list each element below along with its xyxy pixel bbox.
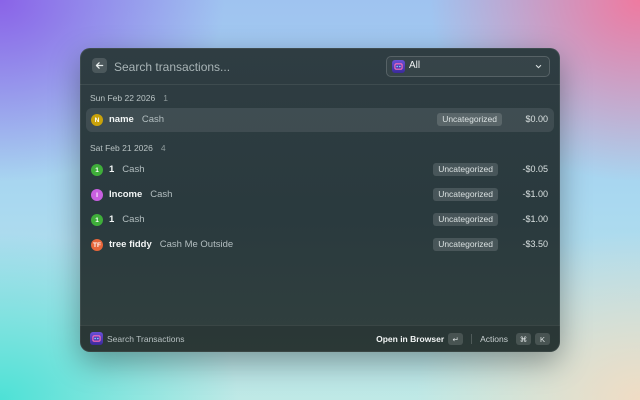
transaction-title: tree fiddy Cash Me Outside: [109, 239, 233, 250]
actions-button[interactable]: Actions: [480, 334, 508, 344]
category-tag: Uncategorized: [433, 163, 498, 176]
section-count: 4: [160, 143, 166, 153]
transaction-account: Cash Me Outside: [159, 239, 234, 250]
section-date: Sun Feb 22 2026: [90, 93, 156, 103]
section-date: Sat Feb 21 2026: [90, 143, 153, 153]
open-in-browser-button[interactable]: Open in Browser: [376, 334, 444, 344]
section-header: Sun Feb 22 2026 1: [90, 93, 168, 107]
transaction-name: name: [109, 114, 134, 125]
k-key: K: [535, 333, 550, 345]
transaction-account: Cash: [141, 114, 165, 125]
section-count: 1: [163, 93, 168, 103]
transaction-title: Income Cash: [109, 189, 172, 200]
transaction-title: 1 Cash: [109, 214, 144, 225]
transaction-amount: -$1.00: [522, 214, 548, 224]
transaction-name: 1: [109, 164, 115, 175]
transaction-account: Cash: [150, 189, 173, 200]
category-tag: Uncategorized: [437, 113, 502, 126]
avatar: N: [91, 114, 103, 126]
category-tag: Uncategorized: [433, 238, 498, 251]
command-title: Search Transactions: [107, 334, 185, 344]
avatar: 1: [91, 164, 103, 176]
avatar: 1: [91, 214, 103, 226]
transaction-account: Cash: [122, 214, 145, 225]
divider: [471, 334, 473, 344]
transaction-amount: -$1.00: [522, 189, 548, 199]
search-bar: All: [80, 48, 560, 85]
category-tag: Uncategorized: [433, 188, 498, 201]
transaction-name: tree fiddy: [109, 239, 152, 250]
transaction-name: Income: [109, 189, 143, 200]
chevron-down-icon: [535, 64, 542, 69]
command-key-icon: ⌘: [516, 333, 531, 345]
list-item[interactable]: N name Cash Uncategorized $0.00: [86, 108, 554, 132]
app-logo-icon: [90, 332, 103, 345]
extension-window: All Sun Feb 22 2026 1 N name Cash Uncatego…: [80, 48, 560, 352]
transaction-account: Cash: [122, 164, 145, 175]
enter-key-icon: ↵: [448, 333, 464, 345]
transaction-amount: -$0.05: [522, 164, 548, 174]
footer-actions: Open in Browser ↵ Actions ⌘ K: [376, 332, 550, 346]
transaction-amount: -$3.50: [522, 239, 548, 249]
list-item[interactable]: 1 1 Cash Uncategorized -$1.00: [86, 208, 554, 232]
transaction-title: 1 Cash: [109, 164, 144, 175]
list-item[interactable]: I Income Cash Uncategorized -$1.00: [86, 183, 554, 207]
category-tag: Uncategorized: [433, 213, 498, 226]
list-item[interactable]: 1 1 Cash Uncategorized -$0.05: [86, 158, 554, 182]
list-item[interactable]: TF tree fiddy Cash Me Outside Uncategoriz…: [86, 233, 554, 257]
back-button[interactable]: [92, 58, 107, 73]
action-bar: Search Transactions Open in Browser ↵ Ac…: [80, 325, 560, 352]
filter-selected-value: All: [409, 60, 421, 71]
transaction-amount: $0.00: [525, 114, 548, 124]
avatar: I: [91, 189, 103, 201]
arrow-left-icon: [95, 62, 104, 69]
transaction-title: name Cash: [109, 114, 164, 125]
filter-dropdown[interactable]: All: [386, 56, 550, 77]
app-logo-icon: [392, 60, 405, 73]
avatar: TF: [91, 239, 103, 251]
section-header: Sat Feb 21 2026 4: [90, 143, 166, 157]
search-input[interactable]: [112, 56, 376, 78]
transaction-name: 1: [109, 214, 115, 225]
